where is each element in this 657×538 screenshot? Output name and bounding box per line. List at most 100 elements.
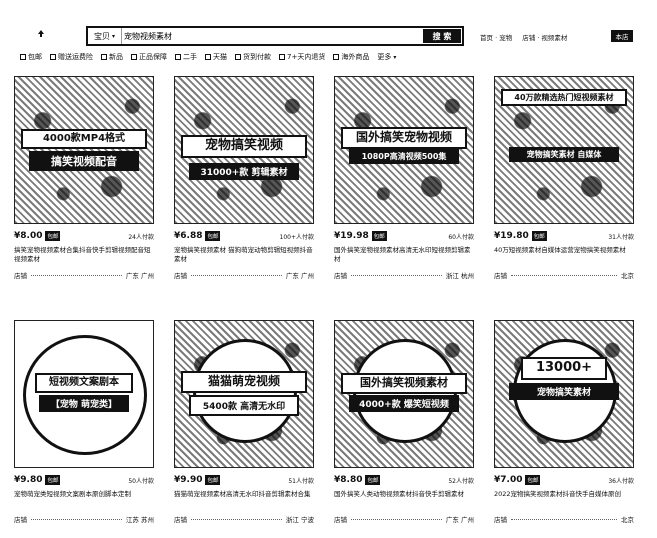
- filter-free-shipping[interactable]: 包邮: [20, 52, 42, 62]
- thumb-subtitle: 31000+款 剪辑素材: [189, 163, 299, 180]
- shop-link[interactable]: 店铺: [14, 514, 27, 524]
- product-title-link[interactable]: 2022宠物搞笑视频素材抖音快手自媒体原创: [494, 490, 634, 508]
- shop-link[interactable]: 店铺: [334, 514, 347, 524]
- shop-link[interactable]: 店铺: [494, 270, 507, 280]
- product-card[interactable]: 宠物搞笑视频 31000+款 剪辑素材 ¥6.88 包邮 100+人付款 宠物搞…: [174, 76, 314, 280]
- product-thumbnail[interactable]: 宠物搞笑视频 31000+款 剪辑素材: [174, 76, 314, 224]
- search-input[interactable]: [122, 28, 422, 44]
- product-card[interactable]: 40万款精选热门短视频素材 宠物搞笑素材 自媒体 ¥19.80 包邮 31人付款…: [494, 76, 634, 280]
- search-scope-label: 宝贝: [93, 31, 110, 41]
- shop-link[interactable]: 店铺: [174, 270, 187, 280]
- product-card[interactable]: 猫猫萌宠视频 5400款 高清无水印 ¥9.90 包邮 51人付款 猫猫萌宠视频…: [174, 320, 314, 524]
- filter-more-dropdown[interactable]: 更多 ▾: [377, 52, 396, 62]
- filter-shipping-insurance[interactable]: 赠送运费险: [50, 52, 93, 62]
- filter-tmall[interactable]: 天猫: [205, 52, 227, 62]
- filter-genuine[interactable]: 正品保障: [131, 52, 167, 62]
- location: 江苏 苏州: [125, 516, 154, 524]
- free-shipping-badge: 包邮: [371, 231, 387, 241]
- filter-cod[interactable]: 货到付款: [235, 52, 271, 62]
- thumb-subtitle: 宠物搞笑素材 自媒体: [509, 147, 619, 162]
- checkbox-icon: [20, 54, 26, 60]
- product-title-link[interactable]: 国外搞笑宠物视频素材高清无水印短视频剪辑素材: [334, 246, 474, 264]
- free-shipping-badge: 包邮: [205, 231, 221, 241]
- checkbox-icon: [101, 54, 107, 60]
- product-title-link[interactable]: 国外搞笑人类动物视频素材抖音快手剪辑素材: [334, 490, 474, 508]
- thumb-title: 猫猫萌宠视频: [181, 371, 307, 393]
- product-thumbnail[interactable]: 13000+ 宠物搞笑素材: [494, 320, 634, 468]
- product-thumbnail[interactable]: 猫猫萌宠视频 5400款 高清无水印: [174, 320, 314, 468]
- sold-count: 31人付款: [608, 233, 634, 241]
- product-card[interactable]: 国外搞笑宠物视频 1080P高清视频500集 ¥19.98 包邮 60人付款 国…: [334, 76, 474, 280]
- free-shipping-badge: 包邮: [45, 475, 61, 485]
- thumb-subtitle: 1080P高清视频500集: [349, 149, 459, 164]
- search-button[interactable]: 搜 索: [423, 29, 461, 43]
- sold-count: 51人付款: [288, 477, 314, 485]
- location: 浙江 宁波: [285, 516, 314, 524]
- free-shipping-badge: 包邮: [205, 475, 221, 485]
- location: 浙江 杭州: [445, 272, 474, 280]
- filter-label: 海外商品: [341, 53, 370, 61]
- chevron-down-icon: ▾: [111, 32, 115, 40]
- product-card[interactable]: 短视频文案剧本 【宠物 萌宠类】 ¥9.80 包邮 50人付款 宠物萌宠类短视频…: [14, 320, 154, 524]
- filter-label: 新品: [109, 53, 123, 61]
- filter-label: 正品保障: [139, 53, 167, 61]
- free-shipping-badge: 包邮: [531, 231, 547, 241]
- price: ¥8.80: [334, 475, 363, 485]
- filter-label: 7+天内退货: [287, 53, 326, 61]
- sold-count: 50人付款: [128, 477, 154, 485]
- location: 北京: [621, 516, 634, 524]
- header-links: 首页 · 宠物 店铺 · 视频素材: [480, 32, 567, 42]
- product-title-link[interactable]: 40万短视频素材自媒体运营宠物搞笑视频素材: [494, 246, 634, 264]
- location: 广东 广州: [125, 272, 154, 280]
- checkbox-icon: [333, 54, 340, 60]
- checkbox-icon: [50, 54, 56, 60]
- sold-count: 100+人付款: [279, 233, 314, 241]
- thumb-subtitle: 宠物搞笑素材: [509, 383, 619, 400]
- checkbox-icon: [279, 54, 285, 60]
- filter-label: 天猫: [213, 53, 227, 61]
- search-scope-select[interactable]: 宝贝 ▾: [88, 28, 122, 44]
- location: 广东 广州: [445, 516, 474, 524]
- filter-7day-return[interactable]: 7+天内退货: [279, 52, 325, 62]
- thumb-title: 宠物搞笑视频: [181, 135, 307, 158]
- product-thumbnail[interactable]: 短视频文案剧本 【宠物 萌宠类】: [14, 320, 154, 468]
- filter-new[interactable]: 新品: [101, 52, 123, 62]
- thumb-title: 13000+: [521, 357, 607, 380]
- taobao-logo-icon[interactable]: [36, 28, 46, 38]
- search-in-shop-button[interactable]: 本店: [611, 30, 633, 42]
- search-bar: 宝贝 ▾ 搜 索: [86, 26, 464, 46]
- product-thumbnail[interactable]: 国外搞笑宠物视频 1080P高清视频500集: [334, 76, 474, 224]
- filter-second-hand[interactable]: 二手: [175, 52, 197, 62]
- shop-link[interactable]: 店铺: [494, 514, 507, 524]
- filter-label: 货到付款: [243, 53, 271, 61]
- shop-link[interactable]: 店铺: [14, 270, 27, 280]
- product-thumbnail[interactable]: 40万款精选热门短视频素材 宠物搞笑素材 自媒体: [494, 76, 634, 224]
- product-card[interactable]: 4000款MP4格式 搞笑视频配音 ¥8.00 包邮 24人付款 搞笑宠物视频素…: [14, 76, 154, 280]
- thumb-title: 国外搞笑视频素材: [341, 373, 467, 394]
- header-link-shop[interactable]: 店铺 · 视频素材: [522, 32, 567, 42]
- checkbox-icon: [205, 54, 211, 60]
- free-shipping-badge: 包邮: [45, 231, 61, 241]
- location: 北京: [621, 272, 634, 280]
- product-title-link[interactable]: 搞笑宠物视频素材合集抖音快手剪辑视频配音短视频素材: [14, 246, 154, 264]
- thumb-title: 4000款MP4格式: [21, 129, 147, 149]
- product-card[interactable]: 国外搞笑视频素材 4000+款 爆笑短视频 ¥8.80 包邮 52人付款 国外搞…: [334, 320, 474, 524]
- checkbox-icon: [175, 54, 181, 60]
- sold-count: 60人付款: [448, 233, 474, 241]
- product-title-link[interactable]: 猫猫萌宠视频素材高清无水印抖音剪辑素材合集: [174, 490, 314, 508]
- sold-count: 52人付款: [448, 477, 474, 485]
- location: 广东 广州: [285, 272, 314, 280]
- product-card[interactable]: 13000+ 宠物搞笑素材 ¥7.00 包邮 36人付款 2022宠物搞笑视频素…: [494, 320, 634, 524]
- product-thumbnail[interactable]: 4000款MP4格式 搞笑视频配音: [14, 76, 154, 224]
- header-link-home[interactable]: 首页 · 宠物: [480, 32, 512, 42]
- price: ¥9.80: [14, 475, 43, 485]
- product-title-link[interactable]: 宠物萌宠类短视频文案剧本原创脚本定制: [14, 490, 154, 508]
- product-thumbnail[interactable]: 国外搞笑视频素材 4000+款 爆笑短视频: [334, 320, 474, 468]
- shop-link[interactable]: 店铺: [334, 270, 347, 280]
- shop-link[interactable]: 店铺: [174, 514, 187, 524]
- free-shipping-badge: 包邮: [365, 475, 381, 485]
- filter-overseas[interactable]: 海外商品: [333, 52, 369, 62]
- price: ¥6.88: [174, 231, 203, 241]
- product-title-link[interactable]: 宠物搞笑视频素材 猫狗萌宠动物剪辑短视频抖音素材: [174, 246, 314, 264]
- price: ¥7.00: [494, 475, 523, 485]
